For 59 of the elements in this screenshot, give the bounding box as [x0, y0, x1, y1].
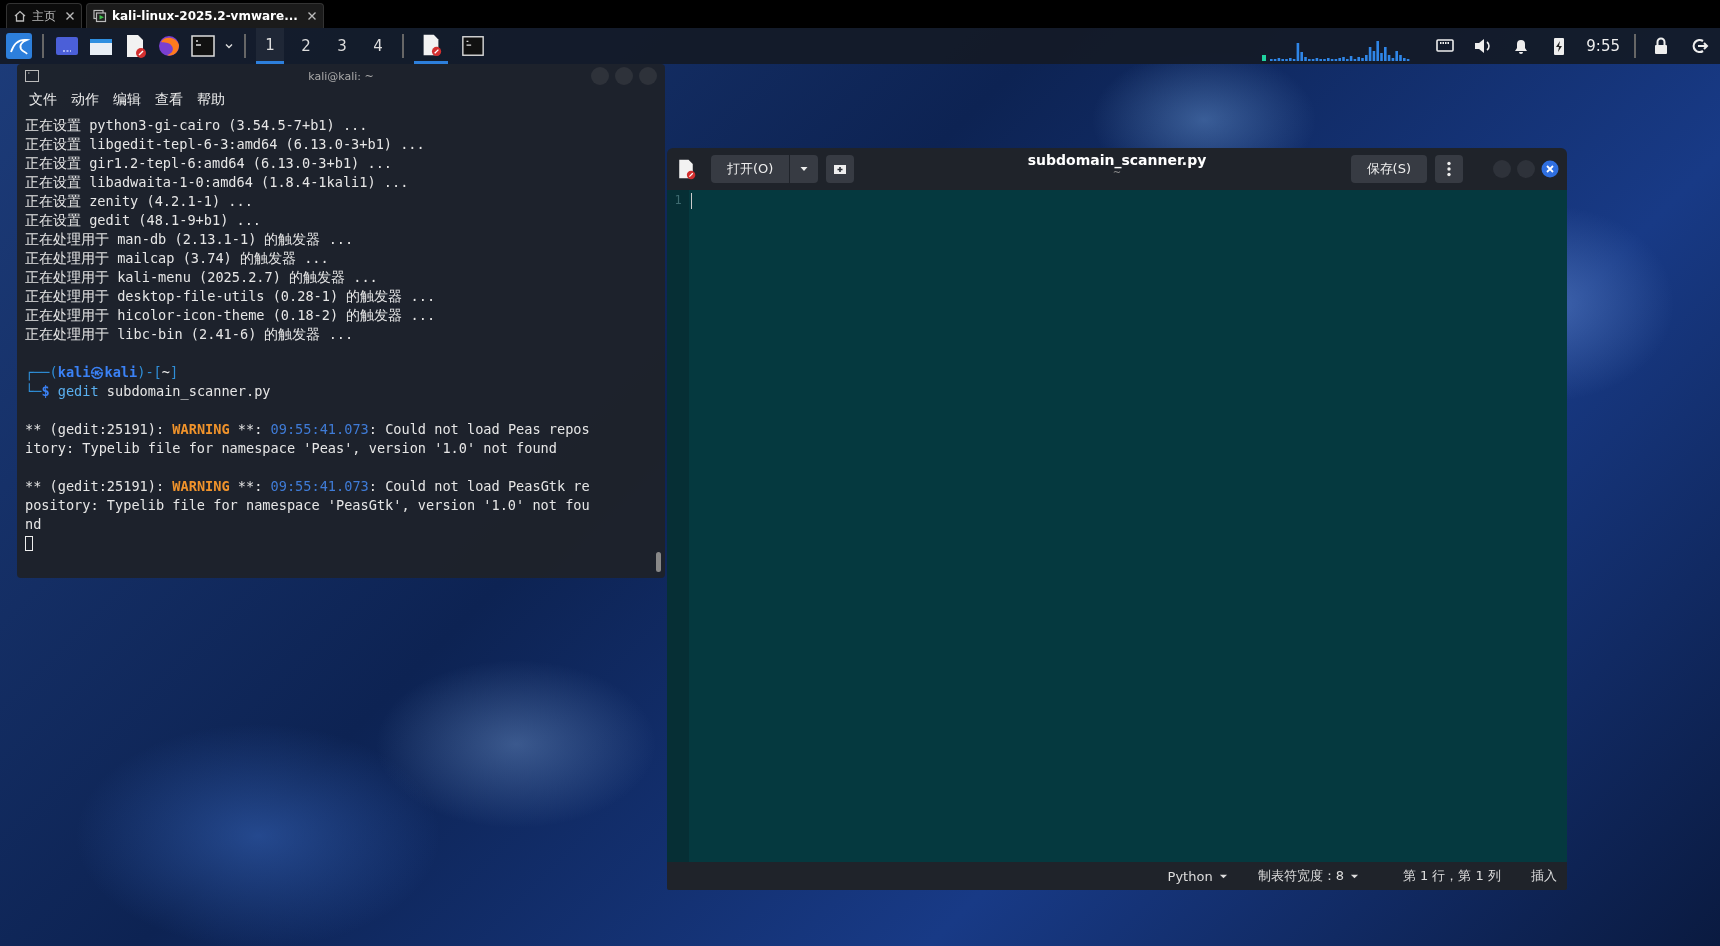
- terminal-line: ** (gedit:25191): WARNING **: 09:55:41.073: Could not load PeasGtk re: [25, 477, 590, 496]
- tab-width-selector[interactable]: 制表符宽度：8: [1257, 867, 1359, 885]
- home-icon: [13, 9, 27, 23]
- menu-item[interactable]: 编辑: [113, 91, 141, 109]
- menu-item[interactable]: 文件: [29, 91, 57, 109]
- terminal-line: 正在设置 libgedit-tepl-6-3:amd64 (6.13.0-3+b1) ...: [25, 135, 425, 154]
- new-tab-button[interactable]: [826, 155, 855, 183]
- browser-icon[interactable]: [156, 33, 182, 59]
- window-title: subdomain_scanner.py: [1027, 152, 1207, 168]
- terminal-line: itory: Typelib file for namespace 'Peas', version '1.0' not found: [25, 439, 557, 458]
- terminal-icon: [461, 34, 485, 58]
- terminal-line: 正在设置 libadwaita-1-0:amd64 (1.8.4-1kali1) ...: [25, 173, 409, 192]
- terminal-icon: [25, 70, 39, 82]
- terminal-line: 正在处理用于 desktop-file-utils (0.28-1) 的触发器 ...: [25, 287, 436, 306]
- menu-icon: [1447, 161, 1451, 177]
- terminal-line: ** (gedit:25191): WARNING **: 09:55:41.073: Could not load Peas repos: [25, 420, 590, 439]
- terminal-icon[interactable]: [190, 33, 216, 59]
- terminal-line: 正在设置 python3-gi-cairo (3.54.5-7+b1) ...: [25, 116, 368, 135]
- cursor-position: 第 1 行，第 1 列: [1402, 867, 1501, 885]
- workspace-button[interactable]: 1: [256, 28, 284, 64]
- workspace-button[interactable]: 3: [328, 28, 356, 64]
- terminal-line: 正在处理用于 kali-menu (2025.2.7) 的触发器 ...: [25, 268, 378, 287]
- save-button[interactable]: 保存(S): [1350, 155, 1427, 183]
- terminal-line: 正在处理用于 man-db (2.13.1-1) 的触发器 ...: [25, 230, 354, 249]
- terminal-line: 正在设置 gir1.2-tepl-6:amd64 (6.13.0-3+b1) ...: [25, 154, 392, 173]
- menu-button[interactable]: [1435, 155, 1463, 183]
- browser-tab[interactable]: kali-linux-2025.2-vmware...: [86, 3, 324, 28]
- menu-item[interactable]: 查看: [155, 91, 183, 109]
- terminal-line: 正在处理用于 libc-bin (2.41-6) 的触发器 ...: [25, 325, 354, 344]
- close-button[interactable]: [1541, 160, 1559, 178]
- terminal-line: 正在设置 zenity (4.2.1-1) ...: [25, 192, 253, 211]
- menu-item[interactable]: 动作: [71, 91, 99, 109]
- text-cursor: [25, 536, 33, 551]
- terminal-line: 正在处理用于 mailcap (3.74) 的触发器 ...: [25, 249, 329, 268]
- dragon-logo-icon[interactable]: [6, 33, 32, 59]
- file-path: ~: [1112, 168, 1122, 178]
- terminal-line: 正在设置 gedit (48.1-9+b1) ...: [25, 211, 262, 230]
- insert-mode: 插入: [1531, 867, 1557, 885]
- terminal-line: pository: Typelib file for namespace 'PeasGtk', version '1.0' not fou: [25, 496, 590, 515]
- terminal-line: ┌──(kali㉿kali)-[~]: [25, 363, 179, 382]
- workspace-button[interactable]: 2: [292, 28, 320, 64]
- scrollbar-thumb[interactable]: [656, 552, 661, 572]
- close-icon[interactable]: [306, 11, 317, 21]
- window-title: kali@kali: ~: [308, 69, 374, 83]
- caret-icon[interactable]: [224, 41, 234, 51]
- language-selector[interactable]: Python: [1167, 868, 1228, 884]
- open-button[interactable]: 打开(O): [711, 155, 790, 183]
- close-icon[interactable]: [65, 11, 75, 21]
- dropdown-button[interactable]: [790, 155, 819, 183]
- line-number: 1: [674, 193, 682, 207]
- new-tab-icon: [833, 162, 848, 176]
- menu-item[interactable]: 帮助: [197, 91, 225, 109]
- vm-icon: [93, 9, 107, 23]
- clock[interactable]: 9:55: [1586, 37, 1620, 55]
- terminal-line: └─$ gedit subdomain_scanner.py: [25, 382, 271, 401]
- workspace-button[interactable]: 4: [364, 28, 392, 64]
- terminal-line: nd: [25, 515, 42, 534]
- browser-tab[interactable]: 主页: [6, 3, 82, 28]
- terminal-line: 正在处理用于 hicolor-icon-theme (0.18-2) 的触发器 ...: [25, 306, 436, 325]
